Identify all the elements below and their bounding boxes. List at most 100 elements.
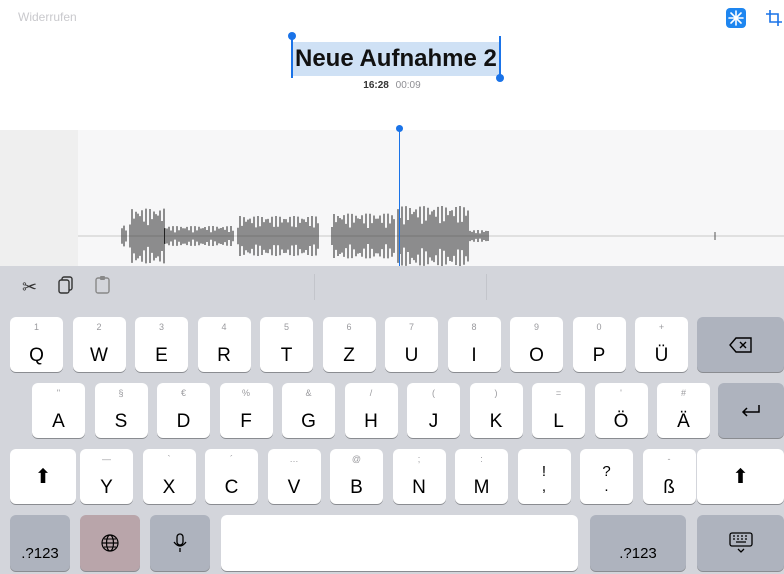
key-label: W (90, 345, 108, 366)
key-label: .?123 (21, 545, 59, 562)
key-y[interactable]: — Y (80, 449, 133, 504)
key-ü[interactable]: + Ü (635, 317, 688, 372)
key-x[interactable]: ` X (142, 449, 196, 504)
shift-icon: ⬆ (34, 466, 52, 488)
key-alt-label: 0 (596, 322, 602, 332)
key-alt-label: ( (432, 388, 435, 398)
key-ß[interactable]: -ß (642, 449, 696, 504)
key-alt-label: 4 (221, 322, 227, 332)
selection-handle-start[interactable] (288, 32, 296, 78)
key-alt-label: # (680, 388, 686, 398)
microphone-icon (150, 515, 210, 571)
key-ö[interactable]: ' Ö (594, 383, 648, 438)
key-question-period[interactable]: ? . (580, 449, 633, 504)
globe-key[interactable] (80, 515, 140, 571)
edit-toolbar: ✂ (0, 266, 784, 308)
key-q[interactable]: 1Q (10, 317, 63, 372)
crop-icon[interactable] (764, 8, 784, 28)
key-h[interactable]: / H (344, 383, 398, 438)
title-selection[interactable]: Neue Aufnahme 2 (288, 32, 504, 82)
key-p[interactable]: 0P (572, 317, 626, 372)
key-b[interactable]: @ B (330, 449, 383, 504)
delete-icon (697, 317, 784, 372)
key-alt-label: % (241, 388, 250, 398)
key-k[interactable]: ) K (469, 383, 523, 438)
key-f[interactable]: % F (219, 383, 273, 438)
key-label: R (217, 345, 231, 366)
key-alt-label: : (480, 454, 483, 464)
space-key[interactable] (221, 515, 578, 571)
key-label: J (428, 411, 439, 432)
numbers-key-left[interactable]: .?123 (10, 515, 70, 571)
key-alt-label: + (658, 322, 665, 332)
key-alt-label: — (102, 454, 111, 464)
shift-icon: ⬆ (732, 466, 749, 488)
key-alt-label: - (667, 454, 671, 464)
key-alt-label: 1 (33, 322, 39, 332)
shift-key-right[interactable]: ⬆ (697, 449, 784, 504)
key-c[interactable]: ´ C (205, 449, 258, 504)
dictation-key[interactable] (150, 515, 210, 571)
key-label: N (412, 477, 426, 498)
key-l[interactable]: = L (532, 383, 585, 438)
key-n[interactable]: ; N (392, 449, 446, 504)
return-key[interactable] (718, 383, 784, 438)
key-label: M (473, 477, 490, 498)
key-label: Z (343, 345, 355, 366)
key-r[interactable]: 4R (197, 317, 251, 372)
recording-meta: 16:28 00:09 (0, 80, 784, 91)
key-alt-label: 2 (96, 322, 102, 332)
key-t[interactable]: 5T (260, 317, 313, 372)
key-d[interactable]: € D (157, 383, 210, 438)
key-o[interactable]: 9O (510, 317, 563, 372)
key-alt-label: " (56, 388, 61, 398)
key-alt-label: 9 (533, 322, 539, 332)
key-label: L (553, 411, 564, 432)
key-label: ? . (602, 463, 611, 495)
key-exclam-comma[interactable]: ! , (517, 449, 571, 504)
recording-title[interactable]: Neue Aufnahme 2 (295, 45, 497, 72)
key-m[interactable]: :M (455, 449, 508, 504)
hide-keyboard-key[interactable] (697, 515, 784, 571)
key-label: ß (663, 477, 675, 498)
key-z[interactable]: 6Z (322, 317, 376, 372)
key-label: .?123 (619, 545, 657, 562)
copy-icon[interactable] (58, 275, 76, 301)
undo-button[interactable]: Widerrufen (18, 10, 77, 24)
key-label: Y (100, 477, 113, 498)
paste-icon[interactable] (94, 275, 112, 301)
key-label: H (364, 411, 378, 432)
key-label: P (592, 345, 606, 366)
key-alt-label: 6 (346, 322, 352, 332)
key-a[interactable]: " A (32, 383, 85, 438)
key-ä[interactable]: # Ä (657, 383, 710, 438)
key-s[interactable]: § S (94, 383, 148, 438)
playhead[interactable] (396, 125, 403, 266)
key-label: A (52, 411, 65, 432)
key-g[interactable]: & G (282, 383, 335, 438)
key-label: D (176, 411, 191, 432)
key-label: T (280, 345, 293, 366)
key-label: I (471, 345, 477, 366)
key-label: G (301, 411, 316, 432)
key-label: V (287, 477, 301, 498)
key-label: Ü (654, 345, 669, 366)
key-alt-label: ; (417, 454, 421, 464)
waveform[interactable] (0, 130, 784, 266)
cut-icon[interactable]: ✂ (22, 275, 37, 299)
selection-handle-end[interactable] (495, 36, 504, 82)
shift-key-left[interactable]: ⬆ (10, 449, 76, 504)
key-u[interactable]: 7U (385, 317, 438, 372)
key-i[interactable]: 8I (447, 317, 501, 372)
key-alt-label: 7 (408, 322, 414, 332)
key-w[interactable]: 2W (72, 317, 126, 372)
key-alt-label: … (289, 454, 299, 464)
enhance-icon[interactable] (726, 8, 746, 28)
backspace-key[interactable] (697, 317, 784, 372)
key-label: Ö (613, 411, 629, 432)
key-v[interactable]: … V (267, 449, 321, 504)
key-label: Ä (677, 411, 690, 432)
key-j[interactable]: (J (407, 383, 460, 438)
key-e[interactable]: 3E (135, 317, 188, 372)
numbers-key-right[interactable]: .?123 (590, 515, 686, 571)
